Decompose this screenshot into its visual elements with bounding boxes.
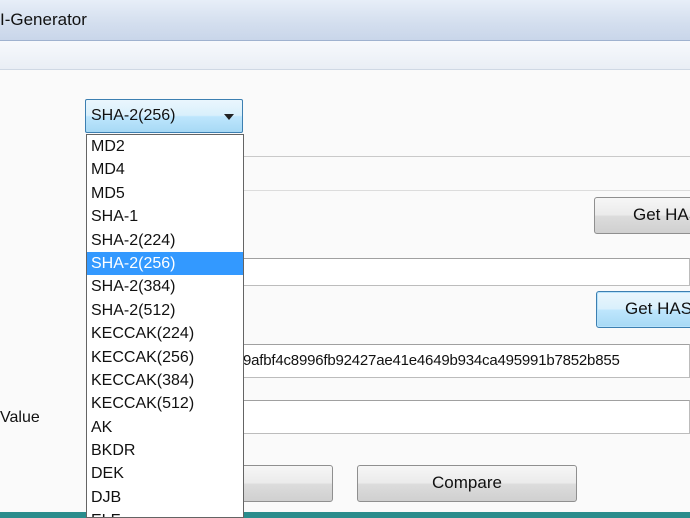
chevron-down-icon[interactable] [224, 114, 234, 120]
dropdown-option[interactable]: SHA-2(224) [87, 229, 243, 252]
dropdown-option[interactable]: SHA-2(512) [87, 299, 243, 322]
algorithm-dropdown-list[interactable]: MD2 MD4 MD5 SHA-1 SHA-2(224) SHA-2(256) SHA-2(… [86, 134, 244, 518]
dropdown-option[interactable]: MD5 [87, 182, 243, 205]
hash-output-text: 9afbf4c8996fb92427ae41e4649b934ca495991b… [243, 352, 620, 369]
get-hash-button-1[interactable]: Get HASH [594, 197, 690, 234]
divider-2 [243, 190, 690, 191]
dropdown-option[interactable]: MD4 [87, 158, 243, 181]
dropdown-option[interactable]: KECCAK(384) [87, 369, 243, 392]
window-title: I-Generator [0, 10, 87, 29]
dropdown-option[interactable]: KECCAK(512) [87, 392, 243, 415]
algorithm-combobox[interactable]: SHA-2(256) [85, 99, 243, 133]
hash-input-field[interactable] [243, 258, 690, 286]
compare-button[interactable]: Compare [357, 465, 577, 502]
hash-value-field[interactable] [243, 400, 690, 434]
dropdown-option[interactable]: SHA-2(384) [87, 275, 243, 298]
dropdown-option[interactable]: MD2 [87, 135, 243, 158]
dropdown-option[interactable]: KECCAK(256) [87, 346, 243, 369]
dropdown-option[interactable]: SHA-2(256) [87, 251, 243, 276]
browse-button[interactable] [230, 465, 333, 502]
dropdown-option[interactable]: DEK [87, 462, 243, 485]
title-bar: I-Generator [0, 0, 690, 41]
algorithm-selected-text: SHA-2(256) [91, 107, 176, 124]
dropdown-option[interactable]: BKDR [87, 439, 243, 462]
menu-strip [0, 41, 690, 70]
dropdown-option[interactable]: KECCAK(224) [87, 322, 243, 345]
dropdown-option[interactable]: DJB [87, 486, 243, 509]
dropdown-option[interactable]: ELF [87, 509, 243, 517]
dropdown-option[interactable]: AK [87, 416, 243, 439]
value-label: Value [0, 409, 40, 426]
divider-1 [243, 156, 690, 157]
dropdown-option[interactable]: SHA-1 [87, 205, 243, 228]
get-hash-button-2[interactable]: Get HASH [596, 291, 690, 328]
